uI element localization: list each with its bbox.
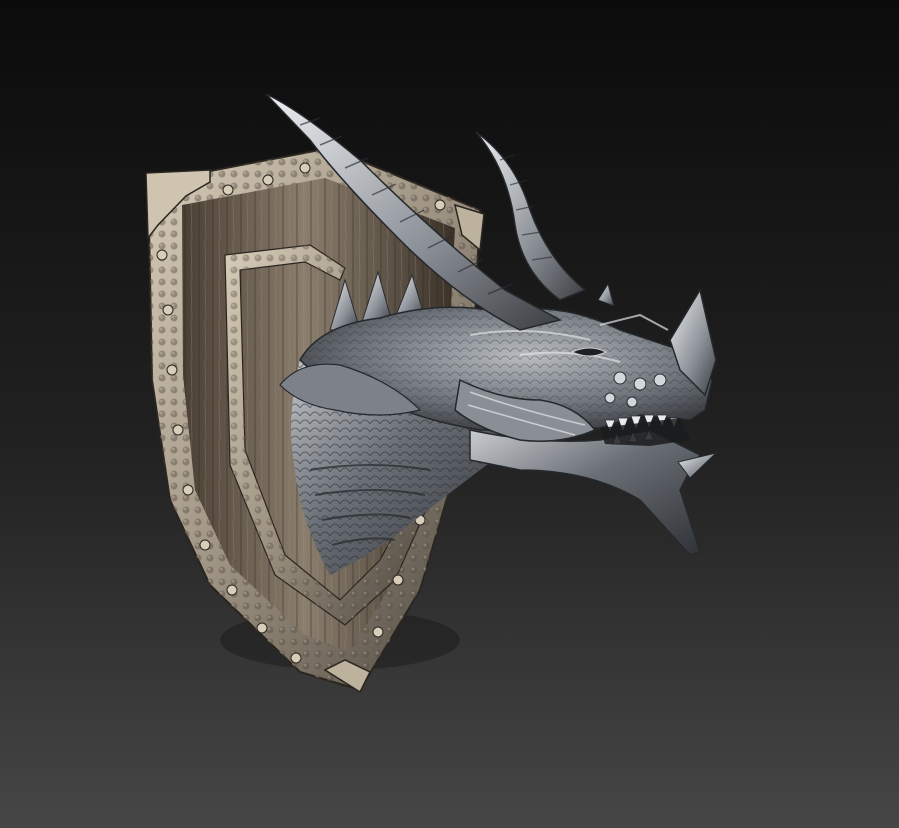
dragon-trophy-render xyxy=(0,0,899,828)
render-viewport xyxy=(0,0,899,828)
